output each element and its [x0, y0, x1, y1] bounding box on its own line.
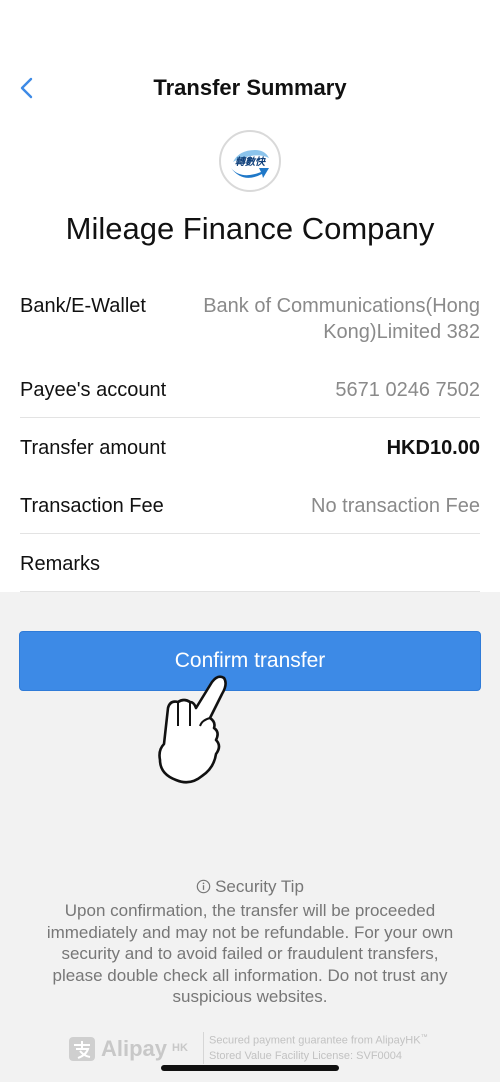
- nav-bar: Transfer Summary: [0, 62, 500, 114]
- footer: Alipay HK Secured payment guarantee from…: [0, 1030, 500, 1066]
- detail-label: Remarks: [20, 553, 101, 575]
- security-tip-title: Security Tip: [215, 877, 304, 896]
- summary-card: Transfer Summary 轉數快 Mileage Finance Com…: [0, 0, 500, 592]
- footer-guarantee-label: Secured payment guarantee from AlipayHK: [209, 1034, 421, 1047]
- security-tip-heading: Security Tip: [0, 877, 500, 897]
- detail-value: Bank of Communications(Hong Kong)Limited…: [203, 293, 480, 345]
- detail-label: Transfer amount: [20, 437, 166, 459]
- brand-suffix: HK: [172, 1042, 188, 1054]
- trademark-mark: ™: [420, 1034, 428, 1041]
- bank-line-1: Bank of Communications(Hong: [203, 295, 480, 317]
- detail-row-fee: Transaction Fee No transaction Fee: [20, 492, 480, 522]
- detail-label: Payee's account: [20, 379, 167, 401]
- payee-name: Mileage Finance Company: [65, 211, 435, 246]
- detail-row-bank: Bank/E-Wallet Bank of Communications(Hon…: [20, 292, 480, 348]
- home-indicator[interactable]: [161, 1065, 339, 1071]
- detail-value: 5671 0246 7502: [335, 379, 480, 401]
- info-icon: [196, 879, 211, 894]
- brand-name: Alipay: [101, 1036, 168, 1061]
- detail-label: Transaction Fee: [20, 495, 164, 517]
- svg-text:轉數快: 轉數快: [235, 156, 266, 168]
- detail-label: Bank/E-Wallet: [20, 295, 146, 317]
- bank-line-2: Kong)Limited 382: [323, 321, 480, 343]
- detail-value: No transaction Fee: [311, 495, 480, 517]
- pointing-hand-icon: [158, 675, 227, 784]
- detail-row-amount: Transfer amount HKD10.00: [20, 434, 480, 464]
- detail-row-account: Payee's account 5671 0246 7502: [20, 376, 480, 406]
- page-title: Transfer Summary: [153, 75, 347, 100]
- divider: [20, 417, 480, 418]
- footer-divider: [203, 1032, 204, 1064]
- transfer-amount-value: HKD10.00: [386, 437, 480, 459]
- divider: [20, 533, 480, 534]
- alipay-logo-icon: [69, 1037, 95, 1061]
- footer-license-text: Stored Value Facility License: SVF0004: [209, 1050, 403, 1062]
- divider: [20, 591, 480, 592]
- confirm-transfer-button[interactable]: Confirm transfer: [19, 631, 481, 691]
- fps-logo-icon: 轉數快: [219, 130, 281, 192]
- detail-row-remarks[interactable]: Remarks: [20, 550, 480, 580]
- footer-guarantee-text: Secured payment guarantee from AlipayHK™: [209, 1034, 428, 1047]
- security-tip-body: Upon confirmation, the transfer will be …: [46, 901, 454, 1006]
